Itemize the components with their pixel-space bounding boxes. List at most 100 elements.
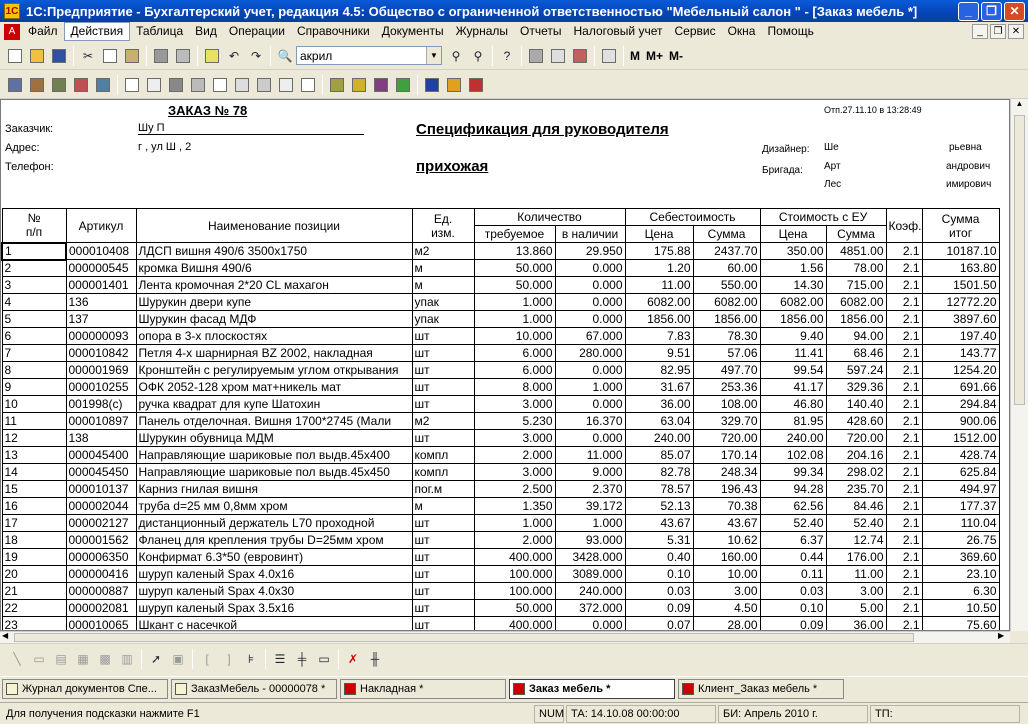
cell-eu-sum[interactable]: 68.46 (825, 344, 887, 362)
cell-eu-price[interactable]: 41.17 (759, 378, 827, 396)
new-doc-icon[interactable] (5, 46, 25, 66)
cell-coef[interactable]: 2.1 (885, 480, 923, 498)
cell-cost-price[interactable]: 31.67 (624, 378, 694, 396)
cell-cost-sum[interactable]: 2437.70 (692, 242, 761, 260)
cell-cost-price[interactable]: 0.40 (624, 548, 694, 566)
cell-num[interactable]: 17 (1, 514, 67, 532)
cell-cost-price[interactable]: 11.00 (624, 276, 694, 294)
cell-article[interactable]: 000000887 (65, 582, 137, 600)
cell-cost-sum[interactable]: 329.70 (692, 412, 761, 430)
cell-eu-sum[interactable]: 428.60 (825, 412, 887, 430)
cell-num[interactable]: 1 (1, 241, 67, 261)
cell-total[interactable]: 10.50 (921, 599, 1000, 617)
scroll-up-icon[interactable]: ▲ (1011, 99, 1028, 111)
cell-eu-sum[interactable]: 298.02 (825, 463, 887, 481)
cell-article[interactable]: 000001969 (65, 361, 137, 379)
cell-article[interactable]: 000010065 (65, 616, 137, 630)
cell-total[interactable]: 900.06 (921, 412, 1000, 430)
table-row[interactable]: 23 000010065 Шкант с насечкой шт 400.000 0.00… (1, 616, 1000, 630)
cell-unit[interactable]: м (411, 497, 475, 515)
cell-cost-price[interactable]: 7.83 (624, 327, 694, 345)
table-row[interactable]: 1 000010408 ЛДСП вишня 490/6 3500x1750 м2 13… (1, 241, 1000, 261)
menu-references[interactable]: Справочники (291, 22, 376, 41)
menu-help[interactable]: Помощь (761, 22, 819, 41)
cell-cost-price[interactable]: 52.13 (624, 497, 694, 515)
cell-cost-sum[interactable]: 10.62 (692, 531, 761, 549)
mdi-close-button[interactable]: ✕ (1008, 24, 1024, 39)
cell-eu-sum[interactable]: 6082.00 (825, 293, 887, 311)
cell-num[interactable]: 2 (1, 259, 67, 277)
cell-num[interactable]: 21 (1, 582, 67, 600)
cell-num[interactable]: 11 (1, 412, 67, 430)
cell-unit[interactable]: шт (411, 616, 475, 630)
vertical-scrollbar[interactable]: ▲ (1010, 99, 1028, 631)
cell-name[interactable]: Шкант с насечкой (135, 616, 413, 630)
cell-total[interactable]: 1512.00 (921, 429, 1000, 447)
cell-qty-required[interactable]: 400.000 (473, 616, 556, 630)
cell-eu-sum[interactable]: 597.24 (825, 361, 887, 379)
minimize-button[interactable]: _ (958, 1, 979, 21)
cell-qty-available[interactable]: 2.370 (554, 480, 626, 498)
tbl-misc-icon-2[interactable] (349, 75, 369, 95)
ruler-tool-icon[interactable]: ▭ (314, 649, 334, 669)
cell-num[interactable]: 10 (1, 395, 67, 413)
cell-total[interactable]: 1501.50 (921, 276, 1000, 294)
cell-total[interactable]: 625.84 (921, 463, 1000, 481)
cell-article[interactable]: 001998(с) (65, 395, 137, 413)
cell-article[interactable]: 136 (65, 293, 137, 311)
cell-name[interactable]: ЛДСП вишня 490/6 3500x1750 (135, 242, 413, 260)
cell-cost-price[interactable]: 82.95 (624, 361, 694, 379)
cell-num[interactable]: 9 (1, 378, 67, 396)
task-journal[interactable]: Журнал документов Спе... (2, 678, 168, 699)
cell-eu-sum[interactable]: 720.00 (825, 429, 887, 447)
print-preview-icon[interactable] (173, 46, 193, 66)
cell-cost-sum[interactable]: 720.00 (692, 429, 761, 447)
cell-qty-required[interactable]: 3.000 (473, 395, 556, 413)
cell-eu-sum[interactable]: 78.00 (825, 259, 887, 277)
restore-button[interactable]: ❐ (981, 1, 1002, 21)
table-row[interactable]: 4 136 Шурукин двери купе упак 1.000 0.000 6082… (1, 293, 1000, 311)
cell-num[interactable]: 13 (1, 446, 67, 464)
tbl-grid-icon-6[interactable] (232, 75, 252, 95)
cell-name[interactable]: Петля 4-х шарнирная BZ 2002, накладная (135, 344, 413, 362)
cell-coef[interactable]: 2.1 (885, 378, 923, 396)
cell-coef[interactable]: 2.1 (885, 429, 923, 447)
table-row[interactable]: 17 000002127 дистанционный держатель L70 п… (1, 514, 1000, 532)
book-icon[interactable] (599, 46, 619, 66)
cell-eu-price[interactable]: 102.08 (759, 446, 827, 464)
cell-cost-price[interactable]: 0.09 (624, 599, 694, 617)
table-row[interactable]: 9 000010255 ОФК 2052-128 хром мат+никель м… (1, 378, 1000, 396)
cell-name[interactable]: шуруп каленый Spax 4.0x30 (135, 582, 413, 600)
align-tool-icon[interactable]: ⊧ (241, 649, 261, 669)
cell-total[interactable]: 143.77 (921, 344, 1000, 362)
cell-name[interactable]: Лента кромочная 2*20 CL махагон (135, 276, 413, 294)
tbl-tool-icon-4[interactable] (71, 75, 91, 95)
redo-icon[interactable]: ↷ (246, 46, 266, 66)
cell-article[interactable]: 000045400 (65, 446, 137, 464)
print-icon[interactable] (151, 46, 171, 66)
menu-actions[interactable]: Действия (63, 22, 131, 41)
table-row[interactable]: 3 000001401 Лента кромочная 2*20 CL махаго… (1, 276, 1000, 294)
cell-total[interactable]: 294.84 (921, 395, 1000, 413)
cell-num[interactable]: 4 (1, 293, 67, 311)
task-invoice[interactable]: Накладная * (340, 678, 506, 699)
cell-eu-sum[interactable]: 3.00 (825, 582, 887, 600)
cell-cost-sum[interactable]: 550.00 (692, 276, 761, 294)
cell-unit[interactable]: шт (411, 378, 475, 396)
cell-num[interactable]: 7 (1, 344, 67, 362)
cell-cost-price[interactable]: 0.03 (624, 582, 694, 600)
tbl-misc-icon-3[interactable] (371, 75, 391, 95)
cell-name[interactable]: шуруп каленый Spax 4.0x16 (135, 565, 413, 583)
cell-cost-sum[interactable]: 108.00 (692, 395, 761, 413)
cell-coef[interactable]: 2.1 (885, 395, 923, 413)
cell-name[interactable]: ручка квадрат для купе Шатохин (135, 395, 413, 413)
tbl-tool-icon-1[interactable] (5, 75, 25, 95)
cell-eu-sum[interactable]: 84.46 (825, 497, 887, 515)
cell-qty-available[interactable]: 93.000 (554, 531, 626, 549)
pointer-tool-icon[interactable]: ➚ (146, 649, 166, 669)
cell-eu-price[interactable]: 0.11 (759, 565, 827, 583)
cell-cost-sum[interactable]: 78.30 (692, 327, 761, 345)
cell-unit[interactable]: упак (411, 293, 475, 311)
cell-coef[interactable]: 2.1 (885, 599, 923, 617)
menu-view[interactable]: Вид (189, 22, 223, 41)
